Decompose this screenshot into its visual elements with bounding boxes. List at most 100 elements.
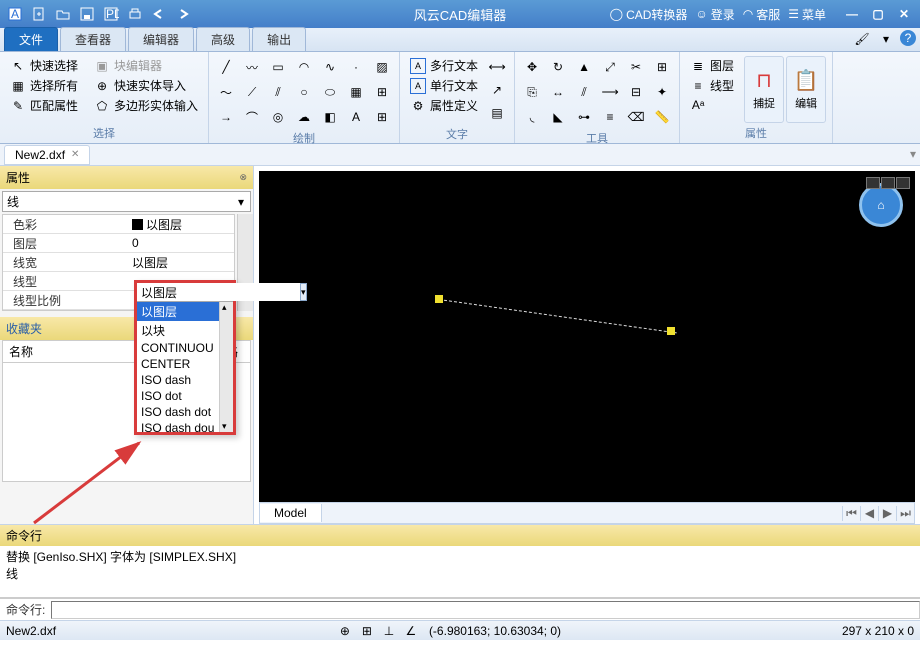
- stext-button[interactable]: A单行文本: [406, 76, 482, 95]
- redo-icon[interactable]: [172, 3, 194, 25]
- hatch-icon[interactable]: ▨: [371, 56, 393, 78]
- linetype-option[interactable]: 以块: [137, 321, 219, 340]
- save-icon[interactable]: [76, 3, 98, 25]
- offset-icon[interactable]: ⫽: [573, 81, 595, 103]
- line-icon[interactable]: ╱: [215, 56, 237, 78]
- explode-icon[interactable]: ✦: [651, 81, 673, 103]
- align-icon[interactable]: ≡: [599, 106, 621, 128]
- dropdown-scrollbar[interactable]: [219, 302, 233, 432]
- curve-icon[interactable]: ∿: [319, 56, 341, 78]
- table-icon[interactable]: ⊞: [371, 106, 393, 128]
- scroll-prev-icon[interactable]: ◀: [860, 506, 878, 521]
- mtext-button[interactable]: A多行文本: [406, 56, 482, 75]
- quick-select-button[interactable]: ↖快速选择: [6, 56, 82, 75]
- close-button[interactable]: ✕: [892, 4, 916, 24]
- new-icon[interactable]: [28, 3, 50, 25]
- doc-tab-dropdown-icon[interactable]: ▾: [910, 147, 916, 161]
- chevron-down-icon[interactable]: ▾: [300, 283, 307, 301]
- linetype-option[interactable]: CENTER: [137, 356, 219, 372]
- ribbon-options-icon[interactable]: 🖌: [852, 30, 872, 48]
- tab-viewer[interactable]: 查看器: [60, 27, 126, 51]
- image-icon[interactable]: ▦: [345, 81, 367, 103]
- rotate-icon[interactable]: ↻: [547, 56, 569, 78]
- measure-icon[interactable]: 📏: [651, 106, 673, 128]
- scale-icon[interactable]: ⤢: [599, 56, 621, 78]
- insert-icon[interactable]: ⊞: [371, 81, 393, 103]
- open-icon[interactable]: [52, 3, 74, 25]
- attrdef-button[interactable]: ⚙属性定义: [406, 96, 482, 115]
- save-pdf-icon[interactable]: PDF: [100, 3, 122, 25]
- poly-input-button[interactable]: ⬠多边形实体输入: [90, 96, 202, 115]
- array-icon[interactable]: ⊞: [651, 56, 673, 78]
- chamfer-icon[interactable]: ◣: [547, 106, 569, 128]
- layer-button[interactable]: ≣图层: [686, 56, 738, 75]
- maximize-button[interactable]: ▢: [866, 4, 890, 24]
- snap-toggle-icon[interactable]: ⊕: [337, 623, 353, 639]
- region-icon[interactable]: ◧: [319, 106, 341, 128]
- grid-toggle-icon[interactable]: ⊞: [359, 623, 375, 639]
- entity-type-selector[interactable]: 线 ▾: [2, 191, 251, 212]
- linetype-option[interactable]: CONTINUOU: [137, 340, 219, 356]
- mline-icon[interactable]: ⫽: [267, 81, 289, 103]
- style-button[interactable]: Aᵃ: [686, 96, 738, 114]
- doc-tab-active[interactable]: New2.dxf✕: [4, 145, 90, 165]
- arc-icon[interactable]: ◠: [293, 56, 315, 78]
- drawing-canvas[interactable]: ⌂: [259, 171, 915, 502]
- donut-icon[interactable]: ◎: [267, 106, 289, 128]
- join-icon[interactable]: ⊶: [573, 106, 595, 128]
- app-logo-icon[interactable]: A: [4, 3, 26, 25]
- extend-icon[interactable]: ⟶: [599, 81, 621, 103]
- linetype-option[interactable]: 以图层: [137, 302, 219, 321]
- model-tab[interactable]: Model: [260, 504, 322, 522]
- block-editor-button[interactable]: ▣块编辑器: [90, 56, 202, 75]
- minimize-button[interactable]: —: [840, 4, 864, 24]
- circle-icon[interactable]: ○: [293, 81, 315, 103]
- linetype-option[interactable]: ISO dash dou: [137, 420, 219, 432]
- polar-toggle-icon[interactable]: ∠: [403, 623, 419, 639]
- undo-icon[interactable]: [148, 3, 170, 25]
- select-all-button[interactable]: ▦选择所有: [6, 76, 82, 95]
- linetype-option[interactable]: ISO dash: [137, 372, 219, 388]
- support-link[interactable]: ◠客服: [743, 6, 781, 23]
- tab-file[interactable]: 文件: [4, 27, 58, 51]
- linetype-option[interactable]: ISO dash dot: [137, 404, 219, 420]
- close-doc-icon[interactable]: ✕: [71, 149, 79, 160]
- polyline-icon[interactable]: 〰: [241, 56, 263, 78]
- login-link[interactable]: ☺登录: [695, 6, 734, 23]
- line-entity[interactable]: [439, 299, 677, 333]
- menu-link[interactable]: ☰菜单: [788, 6, 826, 23]
- tab-advanced[interactable]: 高级: [196, 27, 250, 51]
- cad-converter-link[interactable]: ◯CAD转换器: [610, 6, 688, 23]
- linetype-button[interactable]: ≡线型: [686, 76, 738, 95]
- arc2-icon[interactable]: ⌒: [241, 106, 263, 128]
- prop-row-color[interactable]: 色彩以图层: [3, 215, 234, 234]
- scroll-first-icon[interactable]: ⏮: [842, 506, 860, 521]
- field-icon[interactable]: ▤: [486, 102, 508, 124]
- quick-import-button[interactable]: ⊕快速实体导入: [90, 76, 202, 95]
- copy-icon[interactable]: ⎘: [521, 81, 543, 103]
- grip-point[interactable]: [667, 327, 675, 335]
- grip-point[interactable]: [435, 295, 443, 303]
- dim-icon[interactable]: ⟷: [486, 56, 508, 78]
- tab-editor[interactable]: 编辑器: [128, 27, 194, 51]
- view-compass-icon[interactable]: ⌂: [859, 183, 903, 227]
- move-icon[interactable]: ✥: [521, 56, 543, 78]
- ray-icon[interactable]: →: [215, 106, 237, 128]
- xline-icon[interactable]: ⟋: [241, 81, 263, 103]
- cloud-icon[interactable]: ☁: [293, 106, 315, 128]
- help-icon[interactable]: ?: [900, 30, 916, 46]
- stretch-icon[interactable]: ↔: [547, 81, 569, 103]
- match-props-button[interactable]: ✎匹配属性: [6, 96, 82, 115]
- linetype-combo-input[interactable]: [137, 283, 300, 301]
- prop-row-lineweight[interactable]: 线宽以图层: [3, 253, 234, 272]
- text-icon[interactable]: A: [345, 106, 367, 128]
- inner-restore-icon[interactable]: [881, 177, 895, 189]
- fillet-icon[interactable]: ◟: [521, 106, 543, 128]
- break-icon[interactable]: ⊟: [625, 81, 647, 103]
- snap-button[interactable]: ⊓捕捉: [744, 56, 784, 123]
- linetype-option[interactable]: ISO dot: [137, 388, 219, 404]
- command-input[interactable]: [51, 601, 920, 619]
- inner-close-icon[interactable]: [896, 177, 910, 189]
- edit-button[interactable]: 📋编辑: [786, 56, 826, 123]
- ribbon-dropdown-icon[interactable]: ▾: [876, 30, 896, 48]
